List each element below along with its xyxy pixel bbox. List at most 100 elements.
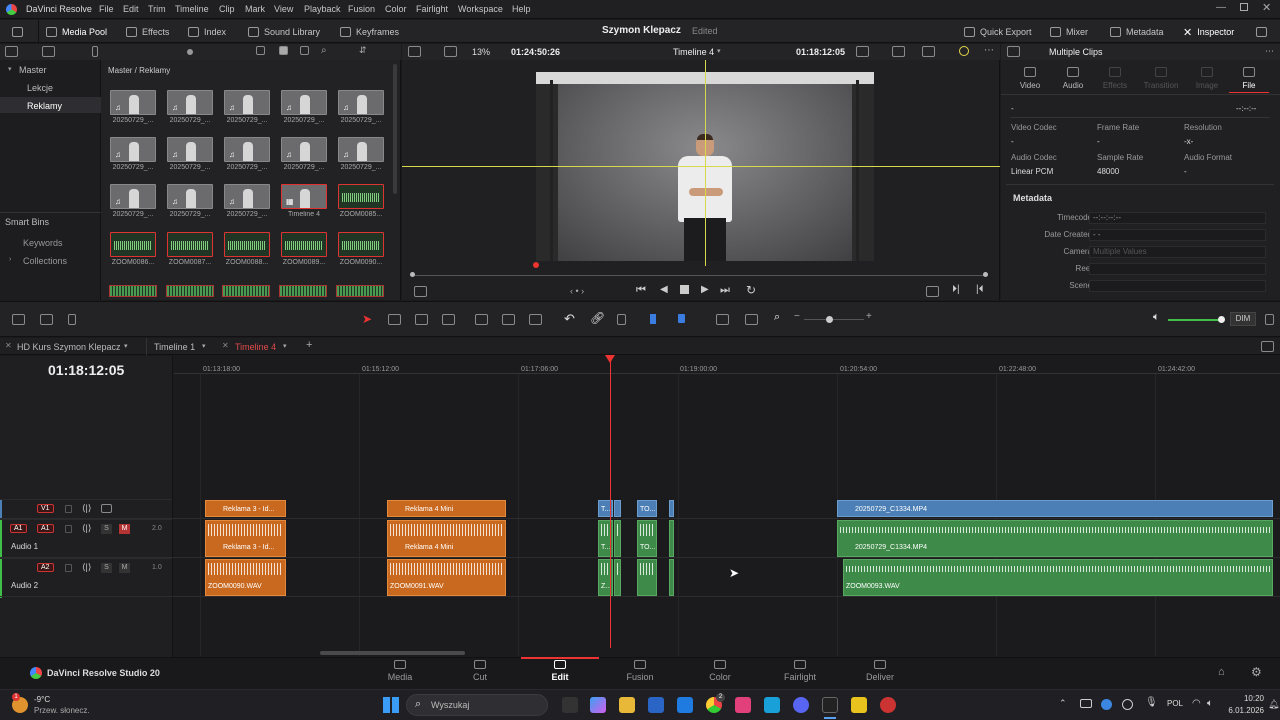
timeline-dropdown-icon[interactable]: ▾ [717,47,721,55]
zoom-out-icon[interactable]: − [794,311,800,322]
red-app-icon[interactable] [880,697,896,713]
list-view-icon[interactable] [256,46,265,55]
a1-auto-select-icon[interactable]: ⟨|⟩ [82,523,91,534]
voice-icon[interactable] [68,314,76,325]
smart-bin-keywords[interactable]: Keywords [23,238,63,248]
filmstrip-view-icon[interactable] [300,46,309,55]
a1-patch-label[interactable]: A1 [10,524,27,533]
viewer-layout-icon[interactable] [408,46,421,57]
discord-icon[interactable] [793,697,809,713]
prev-edit-icon[interactable]: |⏴ [976,284,984,295]
tab-dropdown-icon[interactable]: ▾ [283,342,287,350]
maximize-button[interactable] [1240,3,1248,11]
collections-chevron-icon[interactable]: › [9,256,11,263]
timeline-options-icon[interactable] [12,314,25,325]
quick-export-button[interactable]: Quick Export [964,25,1032,39]
output-icon[interactable] [892,46,905,57]
media-clip-thumbnail[interactable]: ♫ [224,184,270,209]
store-icon[interactable] [648,697,664,713]
metadata-field[interactable] [1089,263,1266,275]
index-button[interactable]: Index [188,25,226,39]
metadata-button[interactable]: Metadata [1110,25,1164,39]
position-lock-icon[interactable] [617,314,626,325]
minimize-button[interactable]: — [1216,2,1226,13]
media-clip-thumbnail[interactable]: ♫ [167,184,213,209]
flag-icon[interactable] [650,314,656,324]
taskbar-search[interactable]: ⌕ Wyszukaj [406,694,548,716]
a2-lock-icon[interactable] [65,564,72,572]
a1-lock-icon[interactable] [65,525,72,533]
microphone-icon[interactable]: 🎙︎ [1145,697,1158,708]
timeline-clip[interactable] [669,520,674,557]
grid-view-icon[interactable] [279,46,288,55]
timeline-clip[interactable]: Reklama 4 Mini [387,520,506,557]
blade-tool-icon[interactable] [442,314,455,325]
timeline-clip[interactable] [614,559,621,596]
go-to-end-icon[interactable]: ⏭ [720,284,730,297]
timeline-clip[interactable] [614,520,621,557]
close-button[interactable]: ✕ [1262,1,1271,14]
media-clip-thumbnail[interactable]: ♫ [338,137,384,162]
tray-app-icon[interactable] [1080,699,1092,708]
audio-meters-icon[interactable] [1265,314,1274,325]
timeline-clip[interactable] [669,500,674,517]
media-clip-thumbnail[interactable] [110,232,156,257]
file-explorer-icon[interactable] [619,697,635,713]
sort-icon[interactable]: ⇵ [359,45,367,56]
outlook-icon[interactable] [677,697,693,713]
metadata-field[interactable]: - - [1089,229,1266,241]
insert-clip-icon[interactable] [475,314,488,325]
playhead-handle[interactable] [605,355,615,363]
overwrite-clip-icon[interactable] [502,314,515,325]
home-icon[interactable]: ⌂ [1218,666,1225,678]
tab-dropdown-icon[interactable]: ▾ [124,342,128,350]
bin-reklamy[interactable]: Reklamy [27,101,62,111]
loop-icon[interactable]: ↻ [746,283,756,297]
media-clip-thumbnail[interactable]: ♫ [167,90,213,115]
timeline-clip[interactable]: TO... [637,500,657,517]
zoom-full-icon[interactable] [716,314,729,325]
volume-handle[interactable] [1218,316,1225,323]
stack-icon[interactable] [40,314,53,325]
v1-label[interactable]: V1 [37,504,54,513]
volume-slider[interactable] [1168,319,1222,321]
inspector-tab-image[interactable]: Image [1185,67,1229,90]
menu-view[interactable]: View [274,4,293,14]
a1-track-name[interactable]: Audio 1 [11,542,38,551]
a1-solo-button[interactable]: S [101,524,112,534]
breadcrumb[interactable]: Master / Reklamy [108,66,170,75]
notifications-icon[interactable]: 🔔︎ [1268,699,1279,710]
clock-time[interactable]: 10:20 [1224,694,1264,703]
go-to-start-icon[interactable]: ⏮ [636,284,646,297]
play-icon[interactable]: ▶ [701,284,709,295]
media-clip-thumbnail[interactable]: ♫ [338,90,384,115]
page-tab-fusion[interactable]: Fusion [600,660,680,682]
inspector-button[interactable]: ✕ Inspector [1183,25,1234,39]
timeline-clip[interactable]: ZOOM0091.WAV [387,559,506,596]
master-chevron-icon[interactable]: ▾ [8,65,12,73]
jog-control[interactable]: ‹ • › [570,286,584,296]
menu-file[interactable]: File [99,4,114,14]
menu-fairlight[interactable]: Fairlight [416,4,448,14]
inspector-layout-icon[interactable] [1007,46,1020,57]
thumb-size-slider[interactable] [187,49,193,55]
tray-app2-icon[interactable] [1122,699,1133,710]
edge-icon[interactable] [764,697,780,713]
bin-options-icon[interactable] [42,46,55,57]
selection-tool-icon[interactable]: ➤ [362,312,372,326]
media-clip-thumbnail[interactable]: ♫ [110,184,156,209]
dim-button[interactable]: DIM [1230,312,1256,326]
toggle-right-panel-button[interactable] [1256,25,1267,39]
photos-icon[interactable] [735,697,751,713]
timeline-clip[interactable] [614,500,621,517]
timeline-view-icon[interactable] [1261,341,1274,352]
zoom-detail-icon[interactable] [745,314,758,325]
zoom-slider-handle[interactable] [826,316,833,323]
media-clip-thumbnail[interactable] [338,184,384,209]
linked-selection-icon[interactable]: 🔗︎ [590,311,605,325]
keyframes-button[interactable]: Keyframes [340,25,399,39]
language-indicator[interactable]: POL [1167,699,1183,708]
tray-chevron-icon[interactable]: ⌃ [1059,698,1067,709]
metadata-field[interactable]: --:--:--:-- [1089,212,1266,224]
smart-bin-collections[interactable]: Collections [23,256,67,266]
